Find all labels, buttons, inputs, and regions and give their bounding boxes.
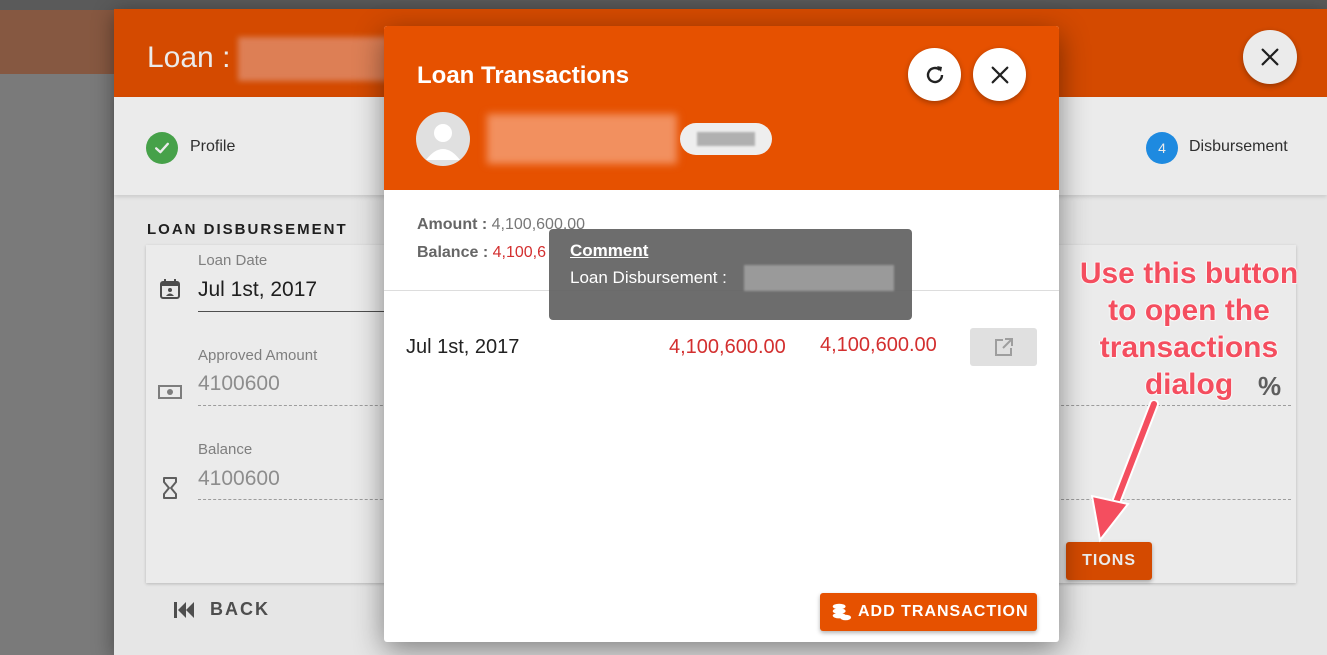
loan-transactions-dialog: Loan Transactions Amount : 4,100,600.00 … (384, 26, 1059, 642)
open-transaction-button[interactable] (970, 328, 1037, 366)
refresh-button[interactable] (908, 48, 961, 101)
transactions-title: Loan Transactions (417, 62, 630, 89)
transaction-amount: 4,100,600.00 (669, 336, 786, 358)
annotation-text: Use this button to open the transactions… (1079, 257, 1299, 402)
background-header (0, 10, 114, 74)
transaction-balance: 4,100,600.00 (820, 334, 937, 356)
transactions-close-button[interactable] (973, 48, 1026, 101)
tooltip-text: Loan Disbursement : (570, 268, 727, 287)
coins-icon (832, 603, 852, 621)
add-transaction-label: ADD TRANSACTION (858, 603, 1029, 620)
amount-label: Amount : (417, 216, 488, 233)
transaction-date: Jul 1st, 2017 (406, 336, 520, 358)
tooltip-title: Comment (570, 241, 649, 260)
comment-tooltip: Comment Loan Disbursement : (549, 229, 912, 320)
avatar (416, 112, 470, 166)
client-name-redacted (487, 114, 677, 164)
balance-summary-value: 4,100,6 (492, 244, 546, 261)
close-icon (991, 66, 1008, 83)
transactions-header: Loan Transactions (384, 26, 1059, 190)
tooltip-redacted (744, 265, 894, 291)
client-badge (680, 123, 772, 155)
balance-summary: Balance : 4,100,6 (417, 244, 546, 262)
balance-summary-label: Balance : (417, 244, 489, 261)
avatar-icon (426, 124, 460, 160)
refresh-icon (926, 65, 943, 83)
annotation-arrow-icon (1090, 400, 1159, 543)
add-transaction-button[interactable]: ADD TRANSACTION (820, 593, 1037, 631)
badge-redacted (697, 132, 755, 146)
open-in-new-icon (994, 338, 1013, 356)
